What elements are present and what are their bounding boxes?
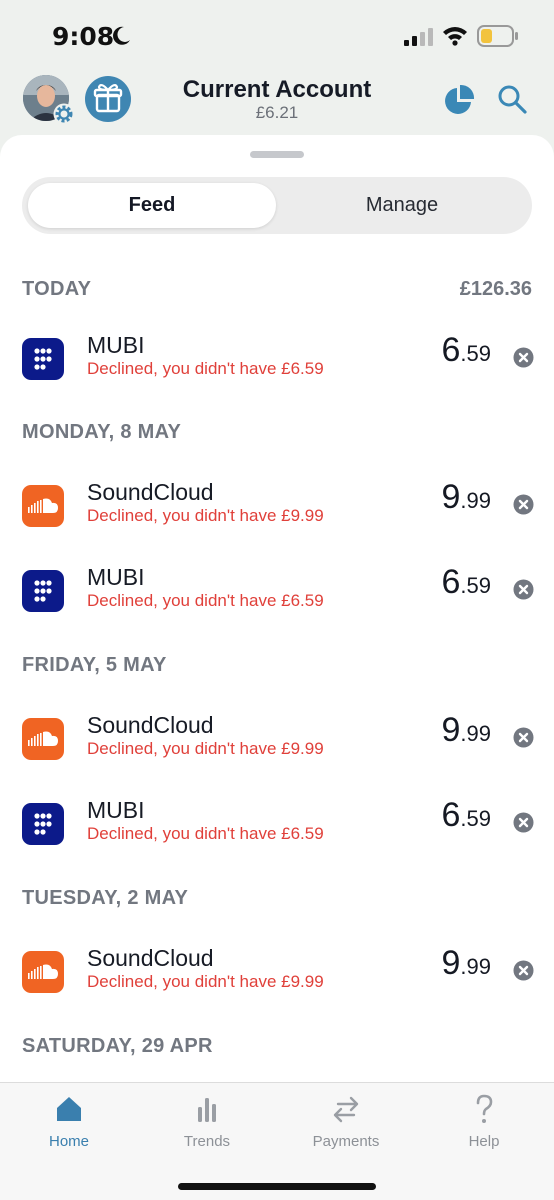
amount-minor: .99 bbox=[460, 954, 491, 979]
declined-status: Declined, you didn't have £6.59 bbox=[87, 359, 324, 378]
transaction-amount: 6.59 bbox=[441, 331, 491, 370]
declined-x-icon bbox=[513, 579, 534, 600]
transaction-row[interactable]: MUBI Declined, you didn't have £6.59 6.5… bbox=[0, 331, 554, 418]
declined-x-icon bbox=[513, 812, 534, 833]
tab-trends[interactable]: Trends bbox=[138, 1083, 276, 1163]
status-time: 9:08 bbox=[52, 22, 115, 51]
merchant-name: MUBI bbox=[87, 564, 145, 590]
home-icon bbox=[57, 1097, 81, 1121]
soundcloud-logo bbox=[22, 718, 64, 760]
transaction-row[interactable]: MUBI Declined, you didn't have £6.59 6.5… bbox=[0, 796, 554, 883]
tab-home[interactable]: Home bbox=[0, 1083, 138, 1163]
section-date: TUESDAY, 2 MAY bbox=[22, 887, 189, 909]
home-indicator bbox=[178, 1183, 376, 1190]
declined-status: Declined, you didn't have £9.99 bbox=[87, 739, 324, 758]
transaction-amount: 6.59 bbox=[441, 796, 491, 835]
amount-minor: .59 bbox=[460, 806, 491, 831]
transaction-row[interactable]: SoundCloud Declined, you didn't have £9.… bbox=[0, 944, 554, 1031]
amount-major: 6 bbox=[441, 796, 461, 834]
tab-label: Help bbox=[468, 1133, 500, 1150]
soundcloud-logo bbox=[22, 951, 64, 993]
section-date: TODAY bbox=[22, 278, 92, 300]
transaction-amount: 9.99 bbox=[441, 944, 491, 983]
sheet-grabber[interactable] bbox=[250, 151, 304, 158]
declined-x-icon bbox=[513, 960, 534, 981]
amount-major: 9 bbox=[441, 478, 461, 516]
amount-major: 9 bbox=[441, 944, 461, 982]
tab-label: Trends bbox=[183, 1133, 231, 1150]
tab-feed[interactable]: Feed bbox=[28, 183, 276, 228]
search-icon[interactable] bbox=[497, 84, 527, 114]
section-header: TODAY £126.36 bbox=[22, 278, 532, 308]
transaction-row[interactable]: SoundCloud Declined, you didn't have £9.… bbox=[0, 478, 554, 565]
section-header: MONDAY, 8 MAY bbox=[22, 421, 532, 451]
tab-payments[interactable]: Payments bbox=[277, 1083, 415, 1163]
tab-label: Home bbox=[48, 1133, 89, 1150]
transfer-arrows-icon bbox=[333, 1096, 359, 1123]
declined-x-icon bbox=[513, 494, 534, 515]
status-bar: 9:08 bbox=[0, 0, 554, 70]
section-date: FRIDAY, 5 MAY bbox=[22, 654, 167, 676]
amount-major: 9 bbox=[441, 711, 461, 749]
declined-status: Declined, you didn't have £6.59 bbox=[87, 824, 324, 843]
mubi-logo bbox=[22, 570, 64, 612]
feed-card: Feed Manage TODAY £126.36 MUBI Declined,… bbox=[0, 135, 554, 1085]
tab-help[interactable]: Help bbox=[415, 1083, 553, 1163]
declined-status: Declined, you didn't have £9.99 bbox=[87, 506, 324, 525]
merchant-name: MUBI bbox=[87, 332, 145, 358]
transaction-amount: 9.99 bbox=[441, 711, 491, 750]
amount-major: 6 bbox=[441, 331, 461, 369]
battery-icon bbox=[477, 25, 518, 47]
header: Current Account £6.21 bbox=[0, 70, 554, 132]
mubi-logo bbox=[22, 338, 64, 380]
amount-major: 6 bbox=[441, 563, 461, 601]
merchant-name: SoundCloud bbox=[87, 712, 214, 738]
transaction-amount: 9.99 bbox=[441, 478, 491, 517]
question-mark-icon bbox=[476, 1094, 493, 1123]
section-header: SATURDAY, 29 APR bbox=[22, 1035, 532, 1065]
tab-manage[interactable]: Manage bbox=[278, 183, 526, 228]
pie-chart-icon[interactable] bbox=[443, 84, 475, 116]
declined-x-icon bbox=[513, 347, 534, 368]
transaction-row[interactable]: SoundCloud Declined, you didn't have £9.… bbox=[0, 711, 554, 798]
tab-label: Payments bbox=[312, 1133, 380, 1150]
declined-status: Declined, you didn't have £6.59 bbox=[87, 591, 324, 610]
declined-x-icon bbox=[513, 727, 534, 748]
merchant-name: MUBI bbox=[87, 797, 145, 823]
section-header: FRIDAY, 5 MAY bbox=[22, 654, 532, 684]
bar-chart-icon bbox=[198, 1098, 216, 1122]
soundcloud-logo bbox=[22, 485, 64, 527]
section-total: £126.36 bbox=[459, 278, 532, 300]
tab-bar: Home Trends Payments Help bbox=[0, 1082, 554, 1200]
merchant-name: SoundCloud bbox=[87, 479, 214, 505]
section-date: MONDAY, 8 MAY bbox=[22, 421, 182, 443]
section-date: SATURDAY, 29 APR bbox=[22, 1035, 213, 1057]
wifi-icon bbox=[443, 27, 467, 46]
merchant-name: SoundCloud bbox=[87, 945, 214, 971]
amount-minor: .59 bbox=[460, 573, 491, 598]
moon-icon bbox=[113, 26, 130, 45]
transaction-amount: 6.59 bbox=[441, 563, 491, 602]
transaction-row[interactable]: MUBI Declined, you didn't have £6.59 6.5… bbox=[0, 563, 554, 650]
amount-minor: .59 bbox=[460, 341, 491, 366]
mubi-logo bbox=[22, 803, 64, 845]
amount-minor: .99 bbox=[460, 721, 491, 746]
cellular-signal-icon bbox=[404, 28, 433, 46]
amount-minor: .99 bbox=[460, 488, 491, 513]
declined-status: Declined, you didn't have £9.99 bbox=[87, 972, 324, 991]
section-header: TUESDAY, 2 MAY bbox=[22, 887, 532, 917]
segmented-control: Feed Manage bbox=[22, 177, 532, 234]
